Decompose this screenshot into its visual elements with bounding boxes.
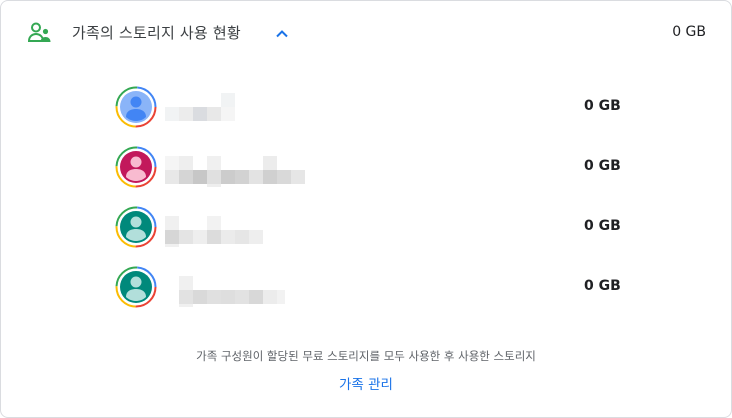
avatar xyxy=(115,86,157,128)
member-row: 0 GB xyxy=(1,260,731,320)
member-name-redacted xyxy=(165,93,235,121)
member-name-redacted xyxy=(179,276,285,307)
member-row: 0 GB xyxy=(1,200,731,260)
member-usage: 0 GB xyxy=(584,98,621,114)
member-name-redacted xyxy=(165,216,263,247)
avatar xyxy=(115,206,157,248)
family-storage-card: 가족의 스토리지 사용 현황 0 GB 0 GB 0 GB 0 GB 0 GB … xyxy=(0,0,732,418)
member-row: 0 GB xyxy=(1,140,731,200)
member-usage: 0 GB xyxy=(584,278,621,294)
member-row: 0 GB xyxy=(1,80,731,140)
manage-family-link[interactable]: 가족 관리 xyxy=(1,373,731,393)
avatar xyxy=(115,146,157,188)
member-usage: 0 GB xyxy=(584,158,621,174)
storage-footnote: 가족 구성원이 할당된 무료 스토리지를 모두 사용한 후 사용한 스토리지 xyxy=(196,349,536,363)
total-usage: 0 GB xyxy=(672,24,706,40)
family-icon xyxy=(27,22,51,42)
chevron-up-icon[interactable] xyxy=(273,25,291,43)
family-storage-header[interactable]: 가족의 스토리지 사용 현황 0 GB xyxy=(1,1,731,65)
section-title: 가족의 스토리지 사용 현황 xyxy=(72,24,241,42)
member-name-redacted xyxy=(165,156,305,187)
member-usage: 0 GB xyxy=(584,218,621,234)
avatar xyxy=(115,266,157,308)
